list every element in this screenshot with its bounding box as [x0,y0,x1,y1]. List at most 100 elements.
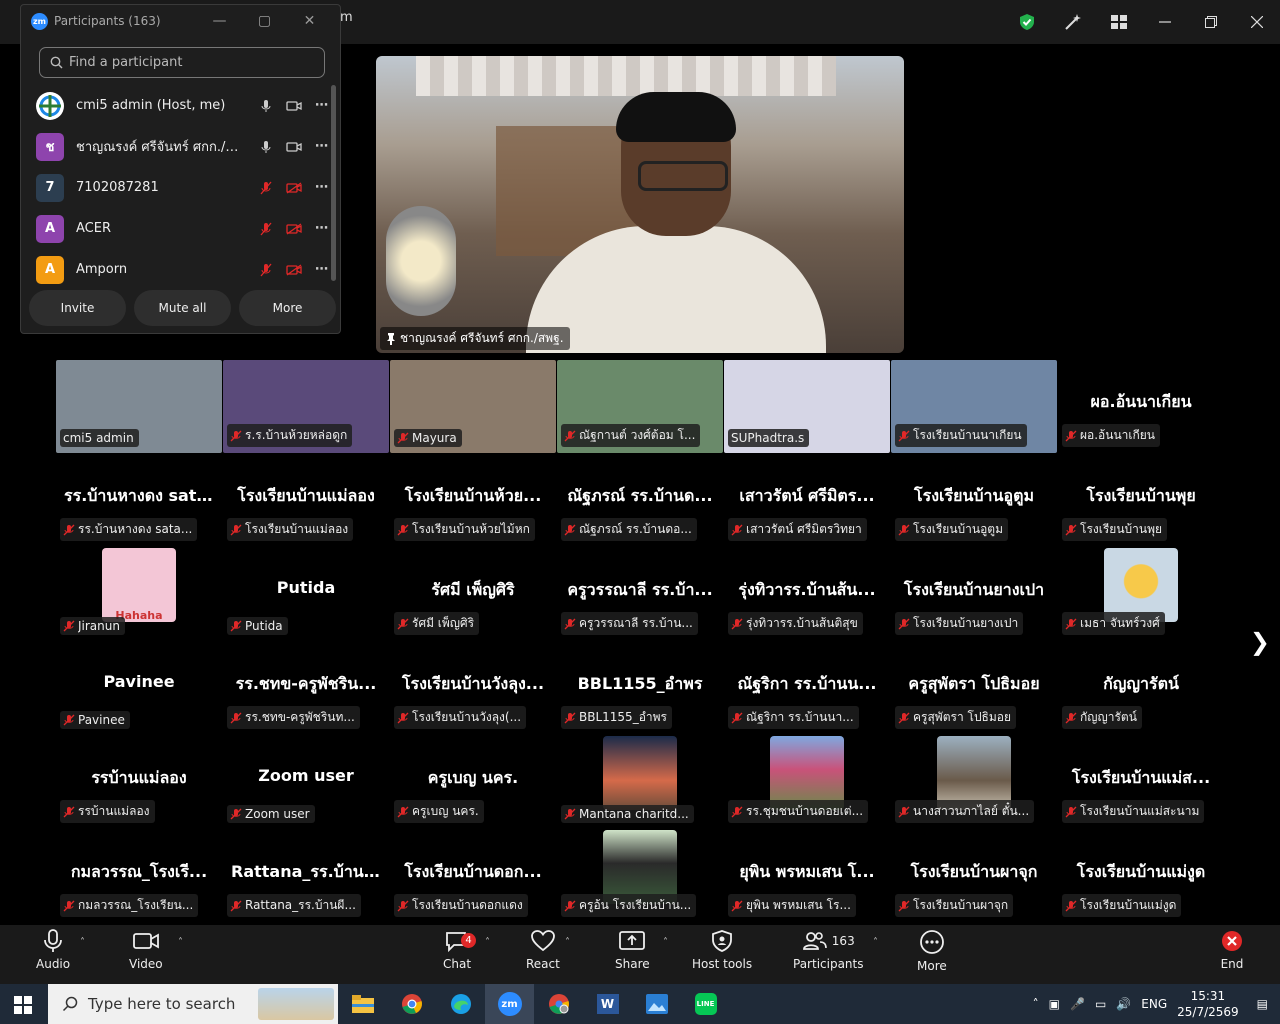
participant-tile[interactable]: รรบ้านแม่ลอง รรบ้านแม่ลอง [56,736,222,829]
participant-tile[interactable]: Putida Putida [223,548,389,641]
edge-icon[interactable] [436,984,485,1024]
video-camera-icon[interactable] [285,100,303,112]
minimize-icon[interactable] [1142,0,1188,44]
participant-tile[interactable]: โรงเรียนบ้านนาเกียน [891,360,1057,453]
react-options-caret-icon[interactable]: ˄ [565,937,570,948]
network-icon[interactable]: ▭ [1095,997,1106,1011]
participant-tile[interactable]: โรงเรียนบ้านแม่ส... โรงเรียนบ้านแม่สะนาม [1058,736,1224,829]
participant-tile[interactable]: โรงเรียนบ้านห้วย... โรงเรียนบ้านห้วยไม้หก [390,454,556,547]
invite-button[interactable]: Invite [29,290,126,326]
mute-all-button[interactable]: Mute all [134,290,231,326]
participant-tile[interactable]: โรงเรียนบ้านผาจุก โรงเรียนบ้านผาจุก [891,830,1057,923]
participant-row[interactable]: A ACER ⋯ [21,208,331,249]
next-page-arrow-icon[interactable]: ❯ [1250,628,1270,656]
windows-start-icon[interactable] [14,996,32,1018]
microphone-muted-icon[interactable] [257,181,275,195]
host-tools-button[interactable]: Host tools [692,929,752,971]
more-options-icon[interactable]: ⋯ [313,221,331,236]
more-options-icon[interactable]: ⋯ [313,98,331,113]
video-options-caret-icon[interactable]: ˄ [178,937,183,948]
microphone-muted-icon[interactable] [257,222,275,236]
zoom-app-icon[interactable]: zm [485,984,534,1024]
participant-search-input[interactable]: Find a participant [39,47,325,78]
participant-tile[interactable]: รร.ชุมชนบ้านดอยเต่... [724,736,890,829]
chat-options-caret-icon[interactable]: ˄ [485,937,490,948]
participant-row[interactable]: cmi5 admin (Host, me) ⋯ [21,85,331,126]
video-off-icon[interactable] [285,263,303,276]
participant-tile[interactable]: ครูวรรณาลี รร.บ้า... ครูวรรณาลี รร.บ้าน..… [557,548,723,641]
video-off-icon[interactable] [285,222,303,235]
meet-now-icon[interactable]: ▣ [1049,997,1060,1011]
panel-minimize-icon[interactable]: — [197,11,242,31]
participant-tile[interactable]: กัญญารัตน์ กัญญารัตน์ [1058,642,1224,735]
participant-tile[interactable]: เสาวรัตน์ ศรีมิตร... เสาวรัตน์ ศรีมิตรวิท… [724,454,890,547]
participant-tile[interactable]: ยุพิน พรหมเสน โ... ยุพิน พรหมเสน โร... [724,830,890,923]
participant-tile[interactable]: Pavinee Pavinee [56,642,222,735]
share-button[interactable]: Share [615,929,650,971]
file-explorer-icon[interactable] [338,984,387,1024]
participant-tile[interactable]: ครูอ้น โรงเรียนบ้าน... [557,830,723,923]
participant-tile[interactable]: ณัฐกานต์ วงศ์ต้อม โ... [557,360,723,453]
participant-row[interactable]: A Amporn ⋯ [21,249,331,290]
chat-button[interactable]: Chat 4 [443,929,476,971]
tray-microphone-icon[interactable]: 🎤 [1070,997,1085,1011]
participant-tile[interactable]: รร.บ้านหางดง sat... รร.บ้านหางดง sata... [56,454,222,547]
security-shield-icon[interactable] [1004,0,1050,44]
participant-tile[interactable]: กมลวรรณ_โรงเรี... กมลวรรณ_โรงเรียน... [56,830,222,923]
participant-tile[interactable]: โรงเรียนบ้านวังลุง... โรงเรียนบ้านวังลุง(… [390,642,556,735]
participant-tile[interactable]: Rattana_รร.บ้าน... Rattana_รร.บ้านผี... [223,830,389,923]
participant-tile[interactable]: ณัฐริกา รร.บ้านน... ณัฐริกา รร.บ้านนา... [724,642,890,735]
show-hidden-icons-icon[interactable]: ˄ [1033,997,1039,1011]
participant-tile[interactable]: ผอ.อ้นนาเกียน ผอ.อ้นนาเกียน [1058,360,1224,453]
react-button[interactable]: React [526,929,560,971]
taskbar-search-box[interactable]: Type here to search [48,984,338,1024]
active-speaker-video[interactable]: ชาญณรงค์ ศรีจันทร์ ศกก./สพฐ. [376,56,904,353]
video-off-icon[interactable] [285,181,303,194]
share-options-caret-icon[interactable]: ˄ [663,937,668,948]
participant-row[interactable]: ช ชาญณรงค์ ศรีจันทร์ ศกก./สพฐ. ⋯ [21,126,331,167]
input-language[interactable]: ENG [1141,997,1167,1011]
participant-tile[interactable]: โรงเรียนบ้านแม่ลอง โรงเรียนบ้านแม่ลอง [223,454,389,547]
photos-icon[interactable] [632,984,681,1024]
participant-tile[interactable]: SUPhadtra.s [724,360,890,453]
participant-tile[interactable]: เมธา จันทร์วงศ์ [1058,548,1224,641]
participant-tile[interactable]: โรงเรียนบ้านแม่งูด โรงเรียนบ้านแม่งูด [1058,830,1224,923]
video-camera-icon[interactable] [285,141,303,153]
gallery-view-icon[interactable] [1096,0,1142,44]
line-app-icon[interactable]: LINE [681,984,730,1024]
participant-tile[interactable]: นางสาวนภาไลย์ ตั๋น... [891,736,1057,829]
panel-close-icon[interactable]: ✕ [287,11,332,31]
participant-row[interactable]: 7 7102087281 ⋯ [21,167,331,208]
participant-tile[interactable]: ณัฐภรณ์ รร.บ้านด... ณัฐภรณ์ รร.บ้านดอ... [557,454,723,547]
participant-tile[interactable]: Mantana charitd... [557,736,723,829]
participant-tile[interactable]: โรงเรียนบ้านดอก... โรงเรียนบ้านดอกแดง [390,830,556,923]
taskbar-clock[interactable]: 15:31 25/7/2569 [1177,988,1239,1020]
participant-tile[interactable]: รุ่งทิวารร.บ้านส้น... รุ่งทิวารร.บ้านส้นต… [724,548,890,641]
participant-tile[interactable]: โรงเรียนบ้านอูตูม โรงเรียนบ้านอูตูม [891,454,1057,547]
more-toolbar-button[interactable]: More [917,929,947,973]
microphone-icon[interactable] [257,140,275,154]
audio-options-caret-icon[interactable]: ˄ [80,937,85,948]
end-meeting-button[interactable]: End [1220,929,1244,971]
participant-tile[interactable]: ร.ร.บ้านห้วยหล่อดูก [223,360,389,453]
participant-tile[interactable]: ครูเบญ นคร. ครูเบญ นคร. [390,736,556,829]
participant-tile[interactable]: รร.ชทข-ครูพัชริน... รร.ชทข-ครูพัชรินท... [223,642,389,735]
notifications-icon[interactable]: ▤ [1257,997,1268,1011]
participant-tile[interactable]: cmi5 admin [56,360,222,453]
participant-tile[interactable]: Zoom user Zoom user [223,736,389,829]
more-button[interactable]: More [239,290,336,326]
restore-icon[interactable] [1188,0,1234,44]
participants-button[interactable]: 163 Participants [793,929,864,971]
participant-tile[interactable]: รัศมี เพ็ญศิริ รัศมี เพ็ญศิริ [390,548,556,641]
participant-tile[interactable]: โรงเรียนบ้านยางเปา โรงเรียนบ้านยางเปา [891,548,1057,641]
magic-wand-icon[interactable] [1050,0,1096,44]
participant-tile[interactable]: Hahaha Jiranun [56,548,222,641]
participants-options-caret-icon[interactable]: ˄ [873,937,878,948]
microphone-muted-icon[interactable] [257,263,275,277]
more-options-icon[interactable]: ⋯ [313,180,331,195]
panel-maximize-icon[interactable]: ▢ [242,11,287,31]
more-options-icon[interactable]: ⋯ [313,262,331,277]
word-icon[interactable]: W [583,984,632,1024]
more-options-icon[interactable]: ⋯ [313,139,331,154]
participant-tile[interactable]: ครูสุพัตรา โปธิมอย ครูสุพัตรา โปธิมอย [891,642,1057,735]
